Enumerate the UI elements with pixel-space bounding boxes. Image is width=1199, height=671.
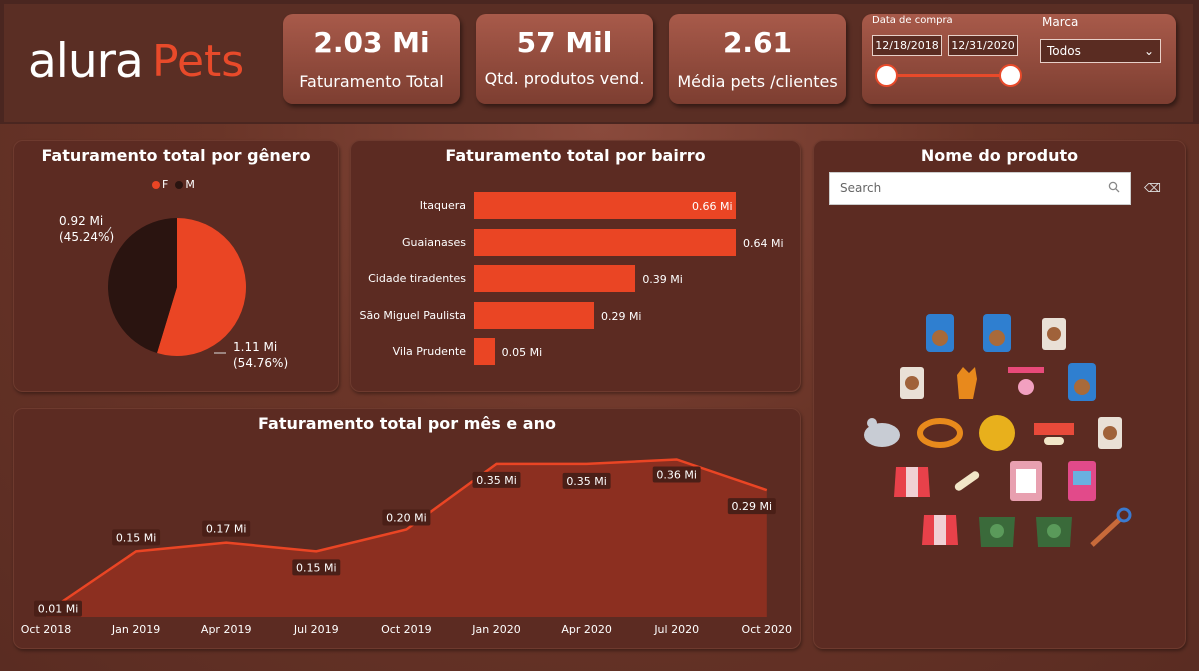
pet-food-can-icon[interactable] xyxy=(1068,461,1096,501)
bar-value-label: 0.39 Mi xyxy=(642,273,683,286)
area-data-label: 0.01 Mi xyxy=(34,600,82,617)
date-slider-end-handle[interactable] xyxy=(999,64,1022,87)
kpi-value: 2.61 xyxy=(722,26,793,59)
alura-pets-logo: alura Pets xyxy=(28,32,268,92)
collar-tag-icon[interactable] xyxy=(1008,367,1044,395)
product-panel: Nome do produto Search ⌫ xyxy=(813,140,1186,649)
product-icon-grid xyxy=(864,314,1132,547)
svg-text:0.36 Mi: 0.36 Mi xyxy=(656,469,697,482)
bairro-panel-title: Faturamento total por bairro xyxy=(445,146,706,165)
bar-1[interactable] xyxy=(474,228,736,256)
bar-category-label: Vila Prudente xyxy=(392,345,466,358)
logo-word-pets: Pets xyxy=(152,36,245,87)
pie-pct-f: (54.76%) xyxy=(233,356,289,370)
pet-food-bag-icon[interactable] xyxy=(1098,417,1122,449)
logo-word-alura: alura xyxy=(28,34,144,89)
pet-coat-icon[interactable] xyxy=(922,515,958,545)
cat-icon[interactable] xyxy=(957,367,977,399)
bar-4[interactable] xyxy=(474,338,495,365)
bone-box-icon[interactable] xyxy=(1010,461,1042,501)
pet-food-bag-icon[interactable] xyxy=(1042,318,1066,350)
area-data-label: 0.15 Mi xyxy=(292,559,341,576)
bairro-panel: Faturamento total por bairro Itaquera 0.6… xyxy=(350,140,801,392)
x-tick-label: Jul 2020 xyxy=(653,623,699,636)
area-data-label: 0.35 Mi xyxy=(562,472,611,489)
chevron-down-icon: ⌄ xyxy=(1143,44,1154,58)
gender-panel: Faturamento total por gênero F M 0.92 Mi… xyxy=(13,140,339,392)
dashboard: alura Pets 2.03 Mi Faturamento Total 57 … xyxy=(0,0,1199,671)
area-data-label: 0.36 Mi xyxy=(652,466,701,483)
bar-category-label: Guaianases xyxy=(402,235,466,249)
pie-label-m: 0.92 Mi (45.24%) xyxy=(59,213,114,245)
svg-text:0.35 Mi: 0.35 Mi xyxy=(566,475,607,488)
date-start-input[interactable]: 12/18/2018 xyxy=(872,35,942,56)
pie-value-f: 1.11 Mi xyxy=(233,340,278,354)
svg-text:0.01 Mi: 0.01 Mi xyxy=(38,603,79,616)
kpi-value: 57 Mil xyxy=(516,26,613,59)
leash-icon[interactable] xyxy=(1090,507,1132,547)
monthly-area-chart: 0.01 Mi 0.15 Mi 0.17 Mi 0.15 Mi 0.20 Mi 0.35 … xyxy=(21,458,793,636)
date-end-input[interactable]: 12/31/2020 xyxy=(948,35,1018,56)
svg-text:0.17 Mi: 0.17 Mi xyxy=(206,523,247,536)
svg-text:0.35 Mi: 0.35 Mi xyxy=(476,474,517,487)
bar-category-label: Itaquera xyxy=(419,199,466,212)
kpi-card-media-pets: 2.61 Média pets /clientes xyxy=(669,14,846,104)
kpi-card-faturamento: 2.03 Mi Faturamento Total xyxy=(283,14,460,104)
bar-2[interactable] xyxy=(474,265,636,292)
bar-value-label: 0.29 Mi xyxy=(600,309,642,323)
area-data-label: 0.15 Mi xyxy=(112,529,161,546)
kpi-label: Faturamento Total xyxy=(299,72,444,91)
svg-text:0.20 Mi: 0.20 Mi xyxy=(386,512,427,525)
svg-text:0.15 Mi: 0.15 Mi xyxy=(296,561,337,574)
svg-text:0.15 Mi: 0.15 Mi xyxy=(116,531,157,544)
pie-pct-m: (45.24%) xyxy=(59,230,115,244)
monthly-panel: Faturamento total por mês e ano 0.01 Mi 0… xyxy=(13,408,801,649)
ball-toy-icon[interactable] xyxy=(979,415,1015,451)
pet-food-bag-icon[interactable] xyxy=(900,367,924,399)
pet-sweater-icon[interactable] xyxy=(1036,517,1072,547)
bone-icon[interactable] xyxy=(953,470,981,493)
dog-food-bag-icon[interactable] xyxy=(1068,363,1096,401)
x-tick-label: Jul 2019 xyxy=(293,623,339,636)
bar-category-label: Cidade tiradentes xyxy=(368,272,466,285)
date-slider-start-handle[interactable] xyxy=(875,64,898,87)
bar-category-label: São Miguel Paulista xyxy=(359,308,466,322)
x-tick-label: Oct 2018 xyxy=(21,623,72,636)
brand-filter-label: Marca xyxy=(1042,15,1079,29)
x-tick-label: Apr 2019 xyxy=(201,623,252,636)
x-tick-label: Jan 2019 xyxy=(111,623,160,636)
bar-value-label: 0.66 Mi xyxy=(692,200,733,213)
date-range-slider[interactable] xyxy=(885,74,1011,77)
pet-sweater-icon[interactable] xyxy=(979,517,1015,547)
pie-value-m: 0.92 Mi xyxy=(59,214,104,228)
toy-mouse-icon[interactable] xyxy=(864,418,900,447)
area-data-label: 0.17 Mi xyxy=(202,520,251,537)
dog-food-bag-icon[interactable] xyxy=(983,314,1011,352)
kpi-card-produtos: 57 Mil Qtd. produtos vend. xyxy=(476,14,653,104)
x-tick-label: Oct 2020 xyxy=(742,623,793,636)
brand-select-value: Todos xyxy=(1047,44,1081,58)
kpi-label: Qtd. produtos vend. xyxy=(484,69,645,88)
collar-icon[interactable] xyxy=(917,418,963,448)
x-tick-label: Oct 2019 xyxy=(381,623,432,636)
filter-card: Data de compra 12/18/2018 12/31/2020 Mar… xyxy=(862,14,1176,104)
pet-coat-icon[interactable] xyxy=(894,467,930,497)
bar-3[interactable] xyxy=(474,301,594,329)
bar-value-label: 0.64 Mi xyxy=(743,236,784,250)
date-filter-label: Data de compra xyxy=(872,15,953,26)
kpi-label: Média pets /clientes xyxy=(677,72,838,91)
dog-food-bag-icon[interactable] xyxy=(926,314,954,352)
area-data-label: 0.35 Mi xyxy=(472,471,521,488)
bar-value-label: 0.05 Mi xyxy=(501,346,543,359)
area-data-label: 0.20 Mi xyxy=(382,509,431,526)
gender-pie-chart xyxy=(106,218,247,356)
collar-bone-icon[interactable] xyxy=(1034,423,1074,445)
svg-text:0.29 Mi: 0.29 Mi xyxy=(732,500,773,513)
x-tick-label: Jan 2020 xyxy=(471,623,520,636)
pie-label-f: 1.11 Mi (54.76%) xyxy=(233,339,288,371)
kpi-value: 2.03 Mi xyxy=(313,26,430,59)
area-data-label: 0.29 Mi xyxy=(727,498,776,515)
x-tick-label: Apr 2020 xyxy=(561,623,612,636)
brand-select[interactable]: Todos ⌄ xyxy=(1040,39,1161,63)
